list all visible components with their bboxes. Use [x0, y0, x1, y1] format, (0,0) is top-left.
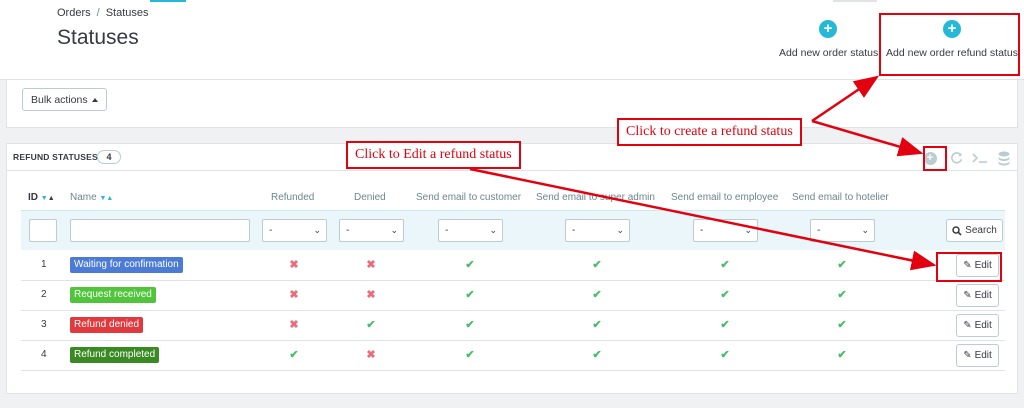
annotation-edit-refund: Click to Edit a refund status — [346, 141, 521, 169]
annotation-create-refund: Click to create a refund status — [617, 118, 802, 146]
annotation-arrows — [469, 75, 937, 271]
